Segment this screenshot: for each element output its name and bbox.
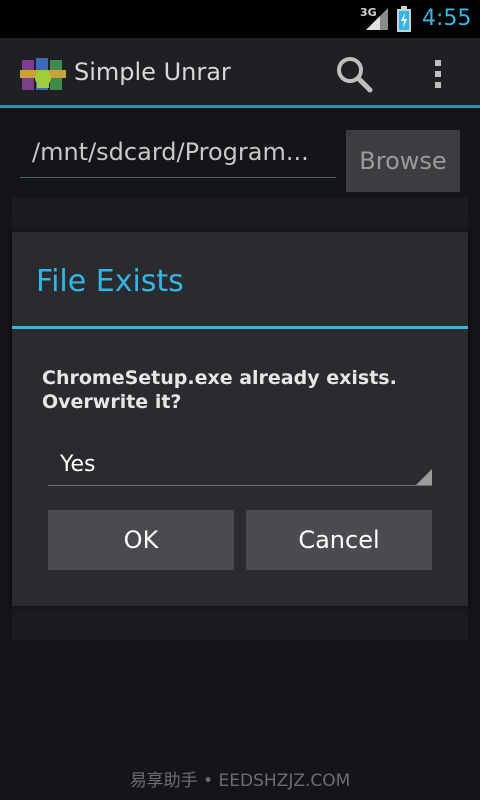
app-title: Simple Unrar	[74, 58, 231, 86]
dialog-message-line2: Overwrite it?	[42, 391, 182, 413]
dialog-message-line1: ChromeSetup.exe already exists.	[42, 367, 397, 389]
browse-button[interactable]: Browse	[346, 130, 460, 192]
signal-icon	[366, 8, 388, 30]
overflow-menu-icon[interactable]	[424, 54, 452, 94]
ok-button[interactable]: OK	[48, 510, 234, 570]
file-exists-dialog: File Exists ChromeSetup.exe already exis…	[12, 232, 468, 606]
path-input[interactable]: /mnt/sdcard/Program...	[20, 134, 336, 178]
status-bar: 3G 4:55	[0, 0, 480, 38]
action-bar: Simple Unrar	[0, 38, 480, 108]
dialog-message: ChromeSetup.exe already exists. Overwrit…	[42, 366, 442, 414]
dropdown-corner-icon	[416, 469, 432, 485]
overwrite-spinner[interactable]: Yes	[48, 448, 432, 486]
battery-charging-icon	[397, 6, 411, 32]
dialog-title: File Exists	[36, 264, 184, 299]
spinner-value: Yes	[60, 452, 96, 477]
dialog-divider	[12, 326, 468, 329]
app-logo-icon	[20, 58, 66, 90]
search-icon[interactable]	[334, 54, 374, 94]
watermark: 易享助手 • EEDSHZJZ.COM	[129, 771, 351, 791]
cancel-button[interactable]: Cancel	[246, 510, 432, 570]
clock: 4:55	[422, 6, 472, 31]
